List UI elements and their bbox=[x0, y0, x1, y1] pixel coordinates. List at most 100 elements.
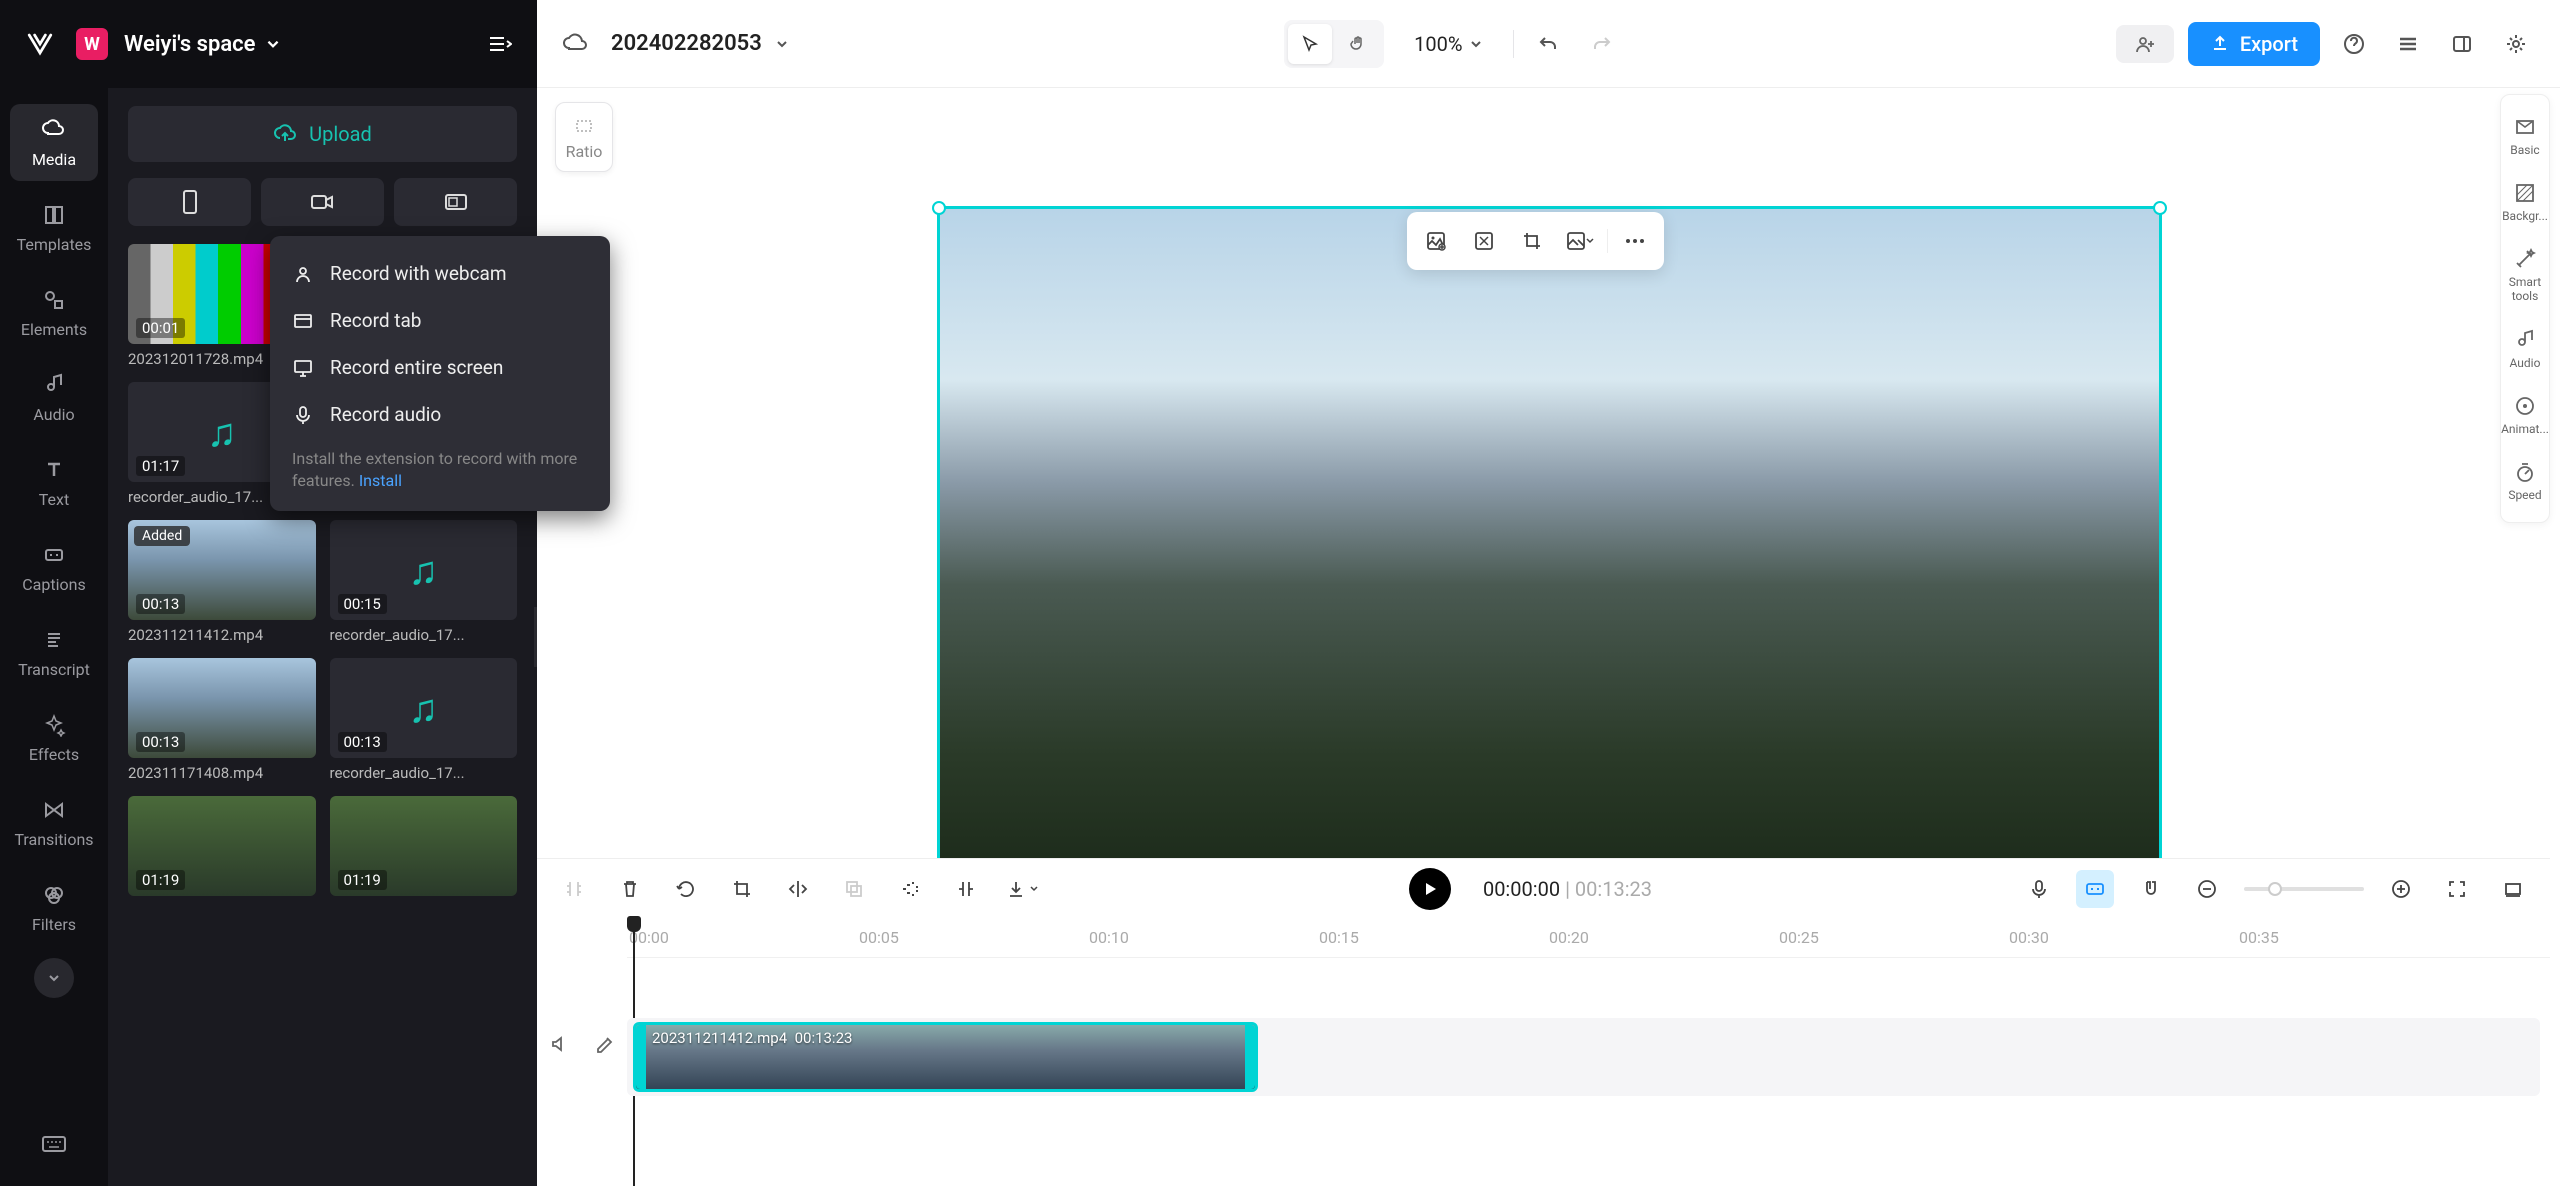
preview-frame[interactable] bbox=[937, 206, 2162, 896]
resize-handle-tr[interactable] bbox=[2153, 201, 2167, 215]
panel-toggle-button[interactable] bbox=[2442, 24, 2482, 64]
replace-button[interactable] bbox=[1559, 220, 1601, 262]
media-filename: recorder_audio_17... bbox=[330, 626, 518, 644]
zoom-out-button[interactable] bbox=[2188, 870, 2226, 908]
clip-trim-right[interactable] bbox=[1245, 1025, 1255, 1089]
zoom-slider[interactable] bbox=[2244, 887, 2364, 891]
enhance-button[interactable] bbox=[891, 870, 929, 908]
rotate-button[interactable] bbox=[667, 870, 705, 908]
nav-more[interactable] bbox=[34, 958, 74, 998]
media-item[interactable]: 01:19 bbox=[330, 796, 518, 902]
media-item[interactable]: 01:19 bbox=[128, 796, 316, 902]
install-link[interactable]: Install bbox=[359, 471, 402, 490]
timeline-ruler[interactable]: 00:0000:0500:1000:1500:2000:2500:3000:35 bbox=[627, 918, 2550, 958]
ruler-tick: 00:35 bbox=[2239, 928, 2279, 947]
inspector-rail: Basic Backgr... Smart tools Audio Animat… bbox=[2500, 94, 2550, 523]
play-button[interactable] bbox=[1409, 868, 1451, 910]
hand-tool[interactable] bbox=[1336, 24, 1380, 64]
rail-label: Backgr... bbox=[2502, 209, 2548, 223]
delete-button[interactable] bbox=[611, 870, 649, 908]
nav-label: Text bbox=[39, 490, 69, 509]
project-title[interactable]: 202402282053 bbox=[611, 31, 790, 56]
cloud-sync-icon[interactable] bbox=[561, 30, 589, 58]
auto-caption-button[interactable] bbox=[2076, 870, 2114, 908]
nav-filters[interactable]: Filters bbox=[10, 869, 98, 946]
record-screen[interactable]: Record entire screen bbox=[270, 344, 610, 391]
ratio-icon bbox=[572, 114, 596, 138]
select-tool[interactable] bbox=[1288, 24, 1332, 64]
copy-button[interactable] bbox=[835, 870, 873, 908]
source-cloud[interactable] bbox=[394, 178, 517, 226]
nav-label: Media bbox=[32, 150, 76, 169]
clip-trim-left[interactable] bbox=[636, 1025, 646, 1089]
source-record[interactable] bbox=[261, 178, 384, 226]
undo-button[interactable] bbox=[1528, 24, 1568, 64]
magnet-button[interactable] bbox=[2132, 870, 2170, 908]
mic-icon bbox=[292, 404, 314, 426]
media-thumb[interactable]: ♫00:13 bbox=[330, 658, 518, 758]
source-phone[interactable] bbox=[128, 178, 251, 226]
media-item[interactable]: Added00:13202311211412.mp4 bbox=[128, 520, 316, 644]
settings-button[interactable] bbox=[2496, 24, 2536, 64]
reverse-button[interactable] bbox=[947, 870, 985, 908]
rail-speed[interactable]: Speed bbox=[2501, 450, 2549, 512]
redo-button[interactable] bbox=[1582, 24, 1622, 64]
upload-button[interactable]: Upload bbox=[128, 106, 517, 162]
export-button[interactable]: Export bbox=[2188, 22, 2320, 66]
more-button[interactable] bbox=[1614, 220, 1656, 262]
window-icon bbox=[292, 310, 314, 332]
rail-smart-tools[interactable]: Smart tools bbox=[2501, 237, 2549, 314]
add-media-button[interactable] bbox=[1415, 220, 1457, 262]
remove-bg-button[interactable] bbox=[1463, 220, 1505, 262]
rail-basic[interactable]: Basic bbox=[2501, 105, 2549, 167]
help-button[interactable] bbox=[2334, 24, 2374, 64]
split-button[interactable] bbox=[555, 870, 593, 908]
media-thumb[interactable]: Added00:13 bbox=[128, 520, 316, 620]
media-item[interactable]: ♫00:13recorder_audio_17... bbox=[330, 658, 518, 782]
record-webcam[interactable]: Record with webcam bbox=[270, 250, 610, 297]
nav-transitions[interactable]: Transitions bbox=[10, 784, 98, 861]
nav-captions[interactable]: Captions bbox=[10, 529, 98, 606]
media-item[interactable]: ♫00:15 recorder_audio_17... bbox=[330, 520, 518, 644]
nav-templates[interactable]: Templates bbox=[10, 189, 98, 266]
record-audio[interactable]: Record audio bbox=[270, 391, 610, 438]
ratio-button[interactable]: Ratio bbox=[555, 102, 613, 172]
layers-button[interactable] bbox=[2388, 24, 2428, 64]
workspace-dropdown[interactable]: Weiyi's space bbox=[124, 32, 281, 57]
nav-keyboard[interactable] bbox=[10, 1122, 98, 1166]
track-lane[interactable]: 202311211412.mp4 00:13:23 bbox=[627, 1018, 2540, 1096]
app-logo[interactable] bbox=[20, 24, 60, 64]
nav-transcript[interactable]: Transcript bbox=[10, 614, 98, 691]
media-thumb[interactable]: 00:13 bbox=[128, 658, 316, 758]
media-thumb[interactable]: ♫00:15 bbox=[330, 520, 518, 620]
rail-background[interactable]: Backgr... bbox=[2501, 171, 2549, 233]
timeline-clip[interactable]: 202311211412.mp4 00:13:23 bbox=[633, 1022, 1258, 1092]
media-item[interactable]: 00:13202311171408.mp4 bbox=[128, 658, 316, 782]
track-mute[interactable] bbox=[544, 1028, 576, 1060]
time-current: 00:00:00 bbox=[1483, 877, 1560, 901]
track-edit[interactable] bbox=[589, 1028, 621, 1060]
nav-elements[interactable]: Elements bbox=[10, 274, 98, 351]
nav-effects[interactable]: Effects bbox=[10, 699, 98, 776]
expand-button[interactable] bbox=[2494, 870, 2532, 908]
resize-handle-tl[interactable] bbox=[932, 201, 946, 215]
rail-audio[interactable]: Audio bbox=[2501, 318, 2549, 380]
rail-animation[interactable]: Animat... bbox=[2501, 384, 2549, 446]
media-thumb[interactable]: 01:19 bbox=[330, 796, 518, 896]
collapse-panel-button[interactable] bbox=[481, 26, 517, 62]
media-duration: 01:17 bbox=[136, 456, 185, 476]
zoom-dropdown[interactable]: 100% bbox=[1414, 32, 1482, 56]
voiceover-button[interactable] bbox=[2020, 870, 2058, 908]
crop-clip-button[interactable] bbox=[723, 870, 761, 908]
mirror-button[interactable] bbox=[779, 870, 817, 908]
download-button[interactable] bbox=[1003, 870, 1041, 908]
record-tab[interactable]: Record tab bbox=[270, 297, 610, 344]
fit-button[interactable] bbox=[2438, 870, 2476, 908]
zoom-in-button[interactable] bbox=[2382, 870, 2420, 908]
media-thumb[interactable]: 01:19 bbox=[128, 796, 316, 896]
crop-button[interactable] bbox=[1511, 220, 1553, 262]
nav-media[interactable]: Media bbox=[10, 104, 98, 181]
invite-button[interactable] bbox=[2116, 25, 2174, 63]
nav-text[interactable]: Text bbox=[10, 444, 98, 521]
nav-audio[interactable]: Audio bbox=[10, 359, 98, 436]
